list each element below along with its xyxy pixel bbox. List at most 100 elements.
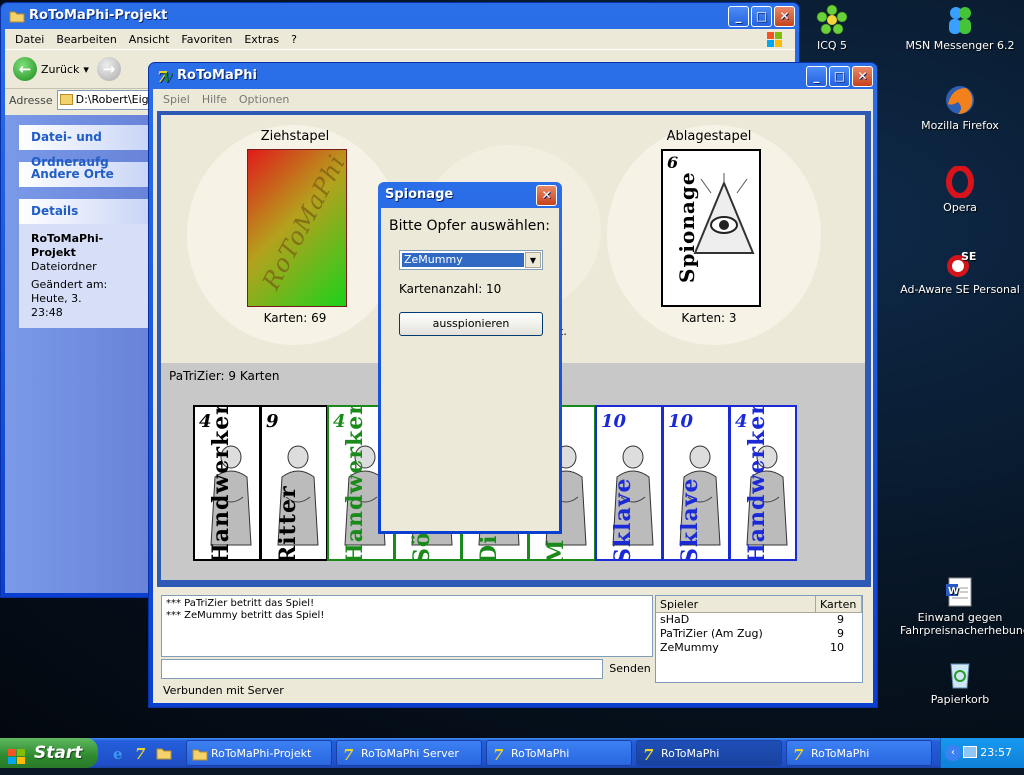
panel-tasks[interactable]: Datei- und Ordneraufg <box>19 125 154 169</box>
window-title: RoToMaPhi <box>177 68 257 83</box>
task-label: RoToMaPhi <box>511 747 570 760</box>
close-button[interactable]: ✕ <box>536 185 557 206</box>
hand-card[interactable]: 10 Sklave <box>595 405 663 561</box>
address-label: Adresse <box>9 93 53 107</box>
rotomaphi-quicklaunch-icon[interactable]: 7 <box>134 745 150 763</box>
network-icon[interactable] <box>963 746 977 758</box>
msn-desktop-icon[interactable]: MSN Messenger 6.2 <box>900 4 1020 52</box>
icq-flower-icon <box>816 4 848 36</box>
task-server[interactable]: 7 RoToMaPhi Server <box>336 740 482 766</box>
firefox-desktop-icon[interactable]: Mozilla Firefox <box>900 84 1020 132</box>
game-titlebar[interactable]: 7V RoToMaPhi _ □ ✕ <box>153 63 873 89</box>
address-value: D:\Robert\Eige <box>75 93 156 106</box>
dropdown-arrow-icon[interactable]: ▼ <box>525 252 541 268</box>
firefox-icon <box>944 84 976 116</box>
task-label: RoToMaPhi-Projekt <box>211 747 312 760</box>
details-name: RoToMaPhi-Projekt <box>31 232 104 259</box>
hand-card[interactable]: 10 Sklave <box>662 405 730 561</box>
back-arrow-icon: ← <box>13 57 37 81</box>
recycle-bin-desktop-icon[interactable]: Papierkorb <box>900 658 1020 706</box>
menu-ansicht[interactable]: Ansicht <box>125 33 174 46</box>
send-button[interactable]: Senden <box>607 659 653 679</box>
panel-places[interactable]: Andere Orte <box>19 162 154 187</box>
menu-hilfe[interactable]: Hilfe <box>198 93 231 106</box>
rotomaphi-logo-icon: 7 <box>642 746 658 764</box>
player-row[interactable]: sHaD 9 <box>656 613 862 627</box>
column-header-cards[interactable]: Karten <box>816 596 862 612</box>
stock-label: Ziehstapel <box>260 129 330 144</box>
chat-line: *** PaTriZier betritt das Spiel! <box>166 598 315 609</box>
start-button[interactable]: Start <box>0 738 98 768</box>
internet-explorer-icon[interactable]: e <box>112 745 128 763</box>
hand-card[interactable]: 9 Ritter <box>260 405 328 561</box>
word-document-desktop-icon[interactable]: W Einwand gegen Fahrpreisnacherhebung <box>900 576 1024 637</box>
player-name: PaTriZier (Am Zug) <box>660 627 763 640</box>
svg-text:7: 7 <box>793 746 804 762</box>
svg-text:7: 7 <box>643 746 654 762</box>
victim-select-value: ZeMummy <box>401 252 525 268</box>
minimize-button[interactable]: _ <box>806 66 827 87</box>
player-row[interactable]: ZeMummy 10 <box>656 641 862 655</box>
stock-count: Karten: 69 <box>263 311 327 325</box>
chat-input[interactable] <box>161 659 603 679</box>
rotomaphi-logo-icon: 7 <box>492 746 508 764</box>
chevron-left-icon[interactable]: ‹ <box>945 745 961 761</box>
spy-button[interactable]: ausspionieren <box>399 312 543 336</box>
address-input[interactable]: D:\Robert\Eige <box>56 90 157 110</box>
dialog-title: Spionage <box>385 187 454 202</box>
chat-line: *** ZeMummy betritt das Spiel! <box>166 610 325 621</box>
opera-desktop-icon[interactable]: Opera <box>900 165 1020 214</box>
menu-bearbeiten[interactable]: Bearbeiten <box>52 33 120 46</box>
discard-pile[interactable]: 6 Spionage <box>661 149 761 307</box>
folder-icon[interactable] <box>156 745 172 761</box>
panel-tasks-header[interactable]: Datei- und Ordneraufg <box>19 125 154 169</box>
menu-spiel[interactable]: Spiel <box>159 93 194 106</box>
player-cards: 9 <box>837 613 844 626</box>
dialog-question: Bitte Opfer auswählen: <box>389 218 550 234</box>
task-explorer[interactable]: RoToMaPhi-Projekt <box>186 740 332 766</box>
task-client-1[interactable]: 7 RoToMaPhi <box>486 740 632 766</box>
dialog-titlebar[interactable]: Spionage ✕ <box>381 182 559 208</box>
svg-text:SE: SE <box>961 250 976 263</box>
menu-help[interactable]: ? <box>287 33 301 46</box>
victim-select[interactable]: ZeMummy ▼ <box>399 250 543 270</box>
panel-places-header[interactable]: Andere Orte <box>19 162 154 187</box>
maximize-button[interactable]: □ <box>829 66 850 87</box>
discard-label: Ablagestapel <box>666 129 752 144</box>
stock-logo-text: RoToMaPhi <box>256 149 352 295</box>
hand-card[interactable]: 4 Handwerker <box>729 405 797 561</box>
menu-extras[interactable]: Extras <box>240 33 283 46</box>
menu-datei[interactable]: Datei <box>11 33 48 46</box>
minimize-button[interactable]: _ <box>728 6 749 27</box>
hand-card[interactable]: 4 Handwerker <box>193 405 261 561</box>
icon-label: Mozilla Firefox <box>921 119 999 132</box>
menu-optionen[interactable]: Optionen <box>235 93 293 106</box>
icon-label: MSN Messenger 6.2 <box>905 39 1015 52</box>
close-button[interactable]: ✕ <box>774 6 795 27</box>
maximize-button[interactable]: □ <box>751 6 772 27</box>
player-row[interactable]: PaTriZier (Am Zug) 9 <box>656 627 862 641</box>
player-cards: 9 <box>837 627 844 640</box>
panel-details-header[interactable]: Details <box>19 199 154 224</box>
explorer-titlebar[interactable]: RoToMaPhi-Projekt _ □ ✕ <box>5 3 795 29</box>
dialog-body: Bitte Opfer auswählen: ZeMummy ▼ Kartena… <box>381 208 559 531</box>
player-list: Spieler Karten sHaD 9 PaTriZier (Am Zug) 9… <box>655 595 863 683</box>
column-header-player[interactable]: Spieler <box>656 596 816 612</box>
back-button[interactable]: ← Zurück ▾ <box>13 57 89 81</box>
clock[interactable]: 23:57 <box>980 746 1012 759</box>
player-cards: 10 <box>830 641 844 654</box>
adaware-desktop-icon[interactable]: SE Ad-Aware SE Personal <box>900 248 1020 296</box>
task-client-3[interactable]: 7 RoToMaPhi <box>786 740 932 766</box>
msn-buddy-icon <box>944 4 976 36</box>
close-button[interactable]: ✕ <box>852 66 873 87</box>
draw-pile[interactable]: RoToMaPhi <box>247 149 351 307</box>
desktop: ICQ 5 MSN Messenger 6.2 Mozilla Firefox … <box>0 0 1024 738</box>
opera-icon <box>944 165 976 199</box>
forward-arrow-icon[interactable]: → <box>96 57 121 81</box>
task-client-2[interactable]: 7 RoToMaPhi <box>636 740 782 766</box>
svg-text:W: W <box>948 586 959 597</box>
chevron-down-icon[interactable]: ▾ <box>83 63 89 76</box>
icon-label: Opera <box>943 201 977 214</box>
menu-favoriten[interactable]: Favoriten <box>177 33 236 46</box>
rotomaphi-logo-icon: 7 <box>342 746 358 764</box>
